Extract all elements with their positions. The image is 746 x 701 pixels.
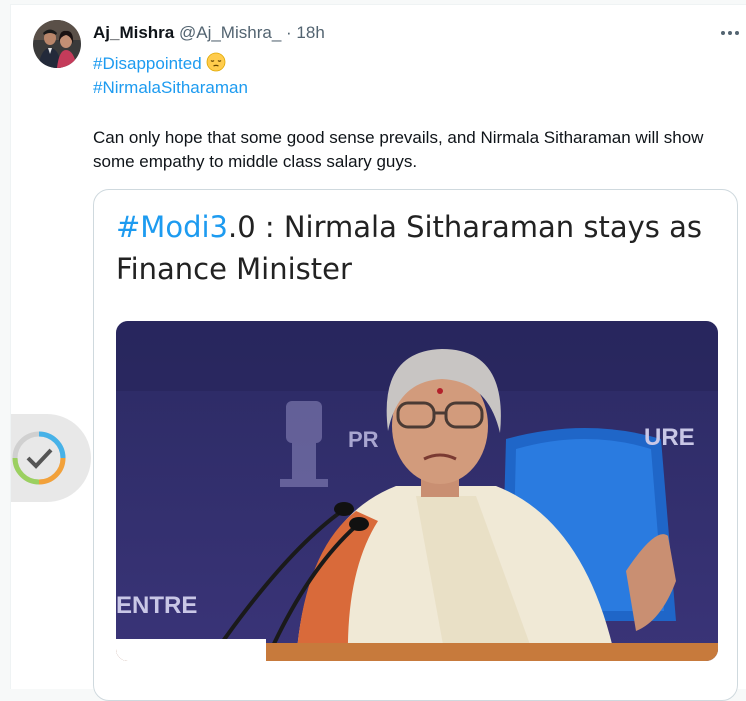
hashtag-nirmalasitharaman[interactable]: #NirmalaSitharaman [93,77,248,99]
separator-dot: · [286,23,292,42]
author-handle[interactable]: @Aj_Mishra_ [179,23,281,42]
avatar[interactable] [33,20,81,68]
tweet-card[interactable]: Aj_Mishra @Aj_Mishra_ · 18h #Disappointe… [10,4,746,701]
hashtag-disappointed[interactable]: #Disappointed [93,52,226,78]
news-photo[interactable]: PR URE ENTRE [116,321,718,661]
pensive-face-emoji-icon [206,52,226,78]
photo-text-bottom: ENTRE [116,592,197,619]
timestamp[interactable]: 18h [296,23,324,42]
author-name[interactable]: Aj_Mishra [93,23,174,42]
checkmark-badge-icon[interactable] [11,414,91,502]
more-horizontal-icon[interactable] [719,23,741,43]
tweet-text: Can only hope that some good sense preva… [93,128,704,171]
tweet-header: Aj_Mishra @Aj_Mishra_ · 18h [93,22,325,44]
hashtag-label[interactable]: #Disappointed [93,54,202,73]
photo-text-right: URE [644,424,695,451]
photo-text-left: PR [348,427,379,452]
card-headline: #Modi3.0 : Nirmala Sitharaman stays as F… [116,206,726,290]
media-card[interactable]: #Modi3.0 : Nirmala Sitharaman stays as F… [93,189,738,701]
card-headline-hashtag[interactable]: #Modi3 [116,210,228,244]
